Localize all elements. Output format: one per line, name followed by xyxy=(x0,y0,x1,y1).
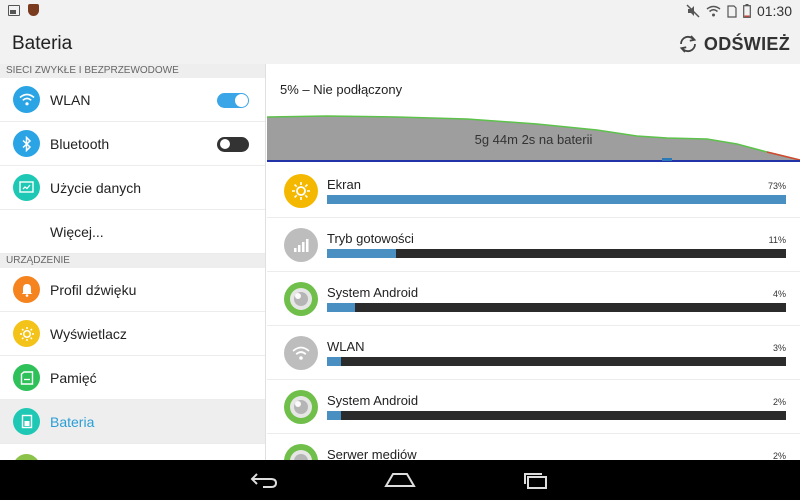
settings-sidebar: SIECI ZWYKŁE I BEZPRZEWODOWE WLAN Blueto… xyxy=(0,64,266,460)
sidebar-item-storage[interactable]: Pamięć xyxy=(0,356,265,400)
usage-name: Serwer mediów xyxy=(327,447,417,460)
usage-name: Tryb gotowości xyxy=(327,231,414,246)
wlan-toggle[interactable] xyxy=(217,93,249,108)
battery-icon xyxy=(13,408,40,435)
bluetooth-icon xyxy=(13,130,40,157)
usage-bar xyxy=(327,303,786,312)
usage-percent: 2% xyxy=(772,451,786,460)
storage-icon xyxy=(13,364,40,391)
status-bar: 01:30 xyxy=(0,0,800,24)
sidebar-item-partial[interactable] xyxy=(0,444,265,460)
sidebar-item-label: WLAN xyxy=(50,91,91,108)
action-bar: Bateria ODŚWIEŻ xyxy=(0,24,800,64)
battery-time-label: 5g 44m 2s na baterii xyxy=(474,132,593,147)
shield-app-icon xyxy=(28,4,39,16)
display-brightness-icon xyxy=(284,174,318,208)
section-header-device: URZĄDZENIE xyxy=(0,254,265,268)
refresh-button[interactable]: ODŚWIEŻ xyxy=(676,30,790,58)
sidebar-item-label: Użycie danych xyxy=(50,179,142,196)
bluetooth-toggle[interactable] xyxy=(217,137,249,152)
usage-row[interactable]: System Android 2% xyxy=(267,380,800,434)
sidebar-item-battery[interactable]: Bateria xyxy=(0,400,265,444)
usage-name: WLAN xyxy=(327,339,365,354)
usage-row[interactable]: Ekran 73% xyxy=(267,164,800,218)
sidebar-item-bluetooth[interactable]: Bluetooth xyxy=(0,122,265,166)
refresh-icon xyxy=(679,35,697,53)
sidebar-item-wlan[interactable]: WLAN xyxy=(0,78,265,122)
media-server-icon xyxy=(284,444,318,460)
usage-name: System Android xyxy=(327,393,419,408)
wifi-icon xyxy=(13,86,40,113)
image-notification-icon xyxy=(8,4,20,16)
usage-bar xyxy=(327,411,786,420)
sidebar-item-label: Profil dźwięku xyxy=(50,281,137,298)
back-button[interactable] xyxy=(246,468,282,492)
sidebar-item-label: Bluetooth xyxy=(50,135,110,152)
home-button[interactable] xyxy=(382,468,418,492)
navigation-bar xyxy=(0,460,800,500)
screen: 01:30 Bateria ODŚWIEŻ SIECI ZWYKŁE I BEZ… xyxy=(0,0,800,500)
sidebar-item-data-usage[interactable]: Użycie danych xyxy=(0,166,265,210)
android-system-icon xyxy=(284,390,318,424)
battery-graph[interactable]: 5g 44m 2s na baterii xyxy=(267,114,800,162)
battery-icon xyxy=(743,4,751,18)
usage-row[interactable]: Serwer mediów 2% xyxy=(267,434,800,460)
back-icon xyxy=(250,473,278,488)
usage-name: Ekran xyxy=(327,177,361,192)
page-title: Bateria xyxy=(12,33,73,54)
battery-usage-list: Ekran 73% Tryb gotowości 11% System Andr… xyxy=(267,164,800,460)
recents-button[interactable] xyxy=(518,468,554,492)
battery-status: 5% – Nie podłączony xyxy=(280,82,403,97)
sidebar-item-display[interactable]: Wyświetlacz xyxy=(0,312,265,356)
usage-bar xyxy=(327,195,786,204)
wifi-usage-icon xyxy=(284,336,318,370)
sidebar-item-sound-profile[interactable]: Profil dźwięku xyxy=(0,268,265,312)
usage-percent: 3% xyxy=(772,343,786,353)
usage-name: System Android xyxy=(327,285,419,300)
usage-row[interactable]: Tryb gotowości 11% xyxy=(267,218,800,272)
sidebar-item-label: Więcej... xyxy=(50,223,104,240)
sidebar-item-more[interactable]: Więcej... xyxy=(0,210,265,254)
android-system-icon xyxy=(284,282,318,316)
usage-percent: 73% xyxy=(767,181,786,191)
wifi-icon xyxy=(706,5,721,17)
section-header-wireless: SIECI ZWYKŁE I BEZPRZEWODOWE xyxy=(0,64,265,78)
usage-bar xyxy=(327,249,786,258)
bell-icon xyxy=(13,276,40,303)
display-icon xyxy=(13,320,40,347)
signal-standby-icon xyxy=(284,228,318,262)
usage-percent: 2% xyxy=(772,397,786,407)
usage-bar xyxy=(327,357,786,366)
home-icon xyxy=(384,473,416,487)
refresh-label: ODŚWIEŻ xyxy=(703,33,790,54)
sim-icon xyxy=(727,4,737,18)
sidebar-item-label: Wyświetlacz xyxy=(50,325,127,342)
usage-percent: 11% xyxy=(768,235,786,245)
usage-row[interactable]: System Android 4% xyxy=(267,272,800,326)
battery-panel: 5% – Nie podłączony 5g 44m 2s na baterii xyxy=(267,64,800,460)
usage-percent: 4% xyxy=(772,289,786,299)
clock: 01:30 xyxy=(756,3,792,19)
data-usage-icon xyxy=(13,174,40,201)
sidebar-item-label: Pamięć xyxy=(50,369,97,386)
usage-row[interactable]: WLAN 3% xyxy=(267,326,800,380)
recents-icon xyxy=(524,473,547,489)
sidebar-item-label: Bateria xyxy=(50,413,95,430)
mute-icon xyxy=(686,4,700,18)
